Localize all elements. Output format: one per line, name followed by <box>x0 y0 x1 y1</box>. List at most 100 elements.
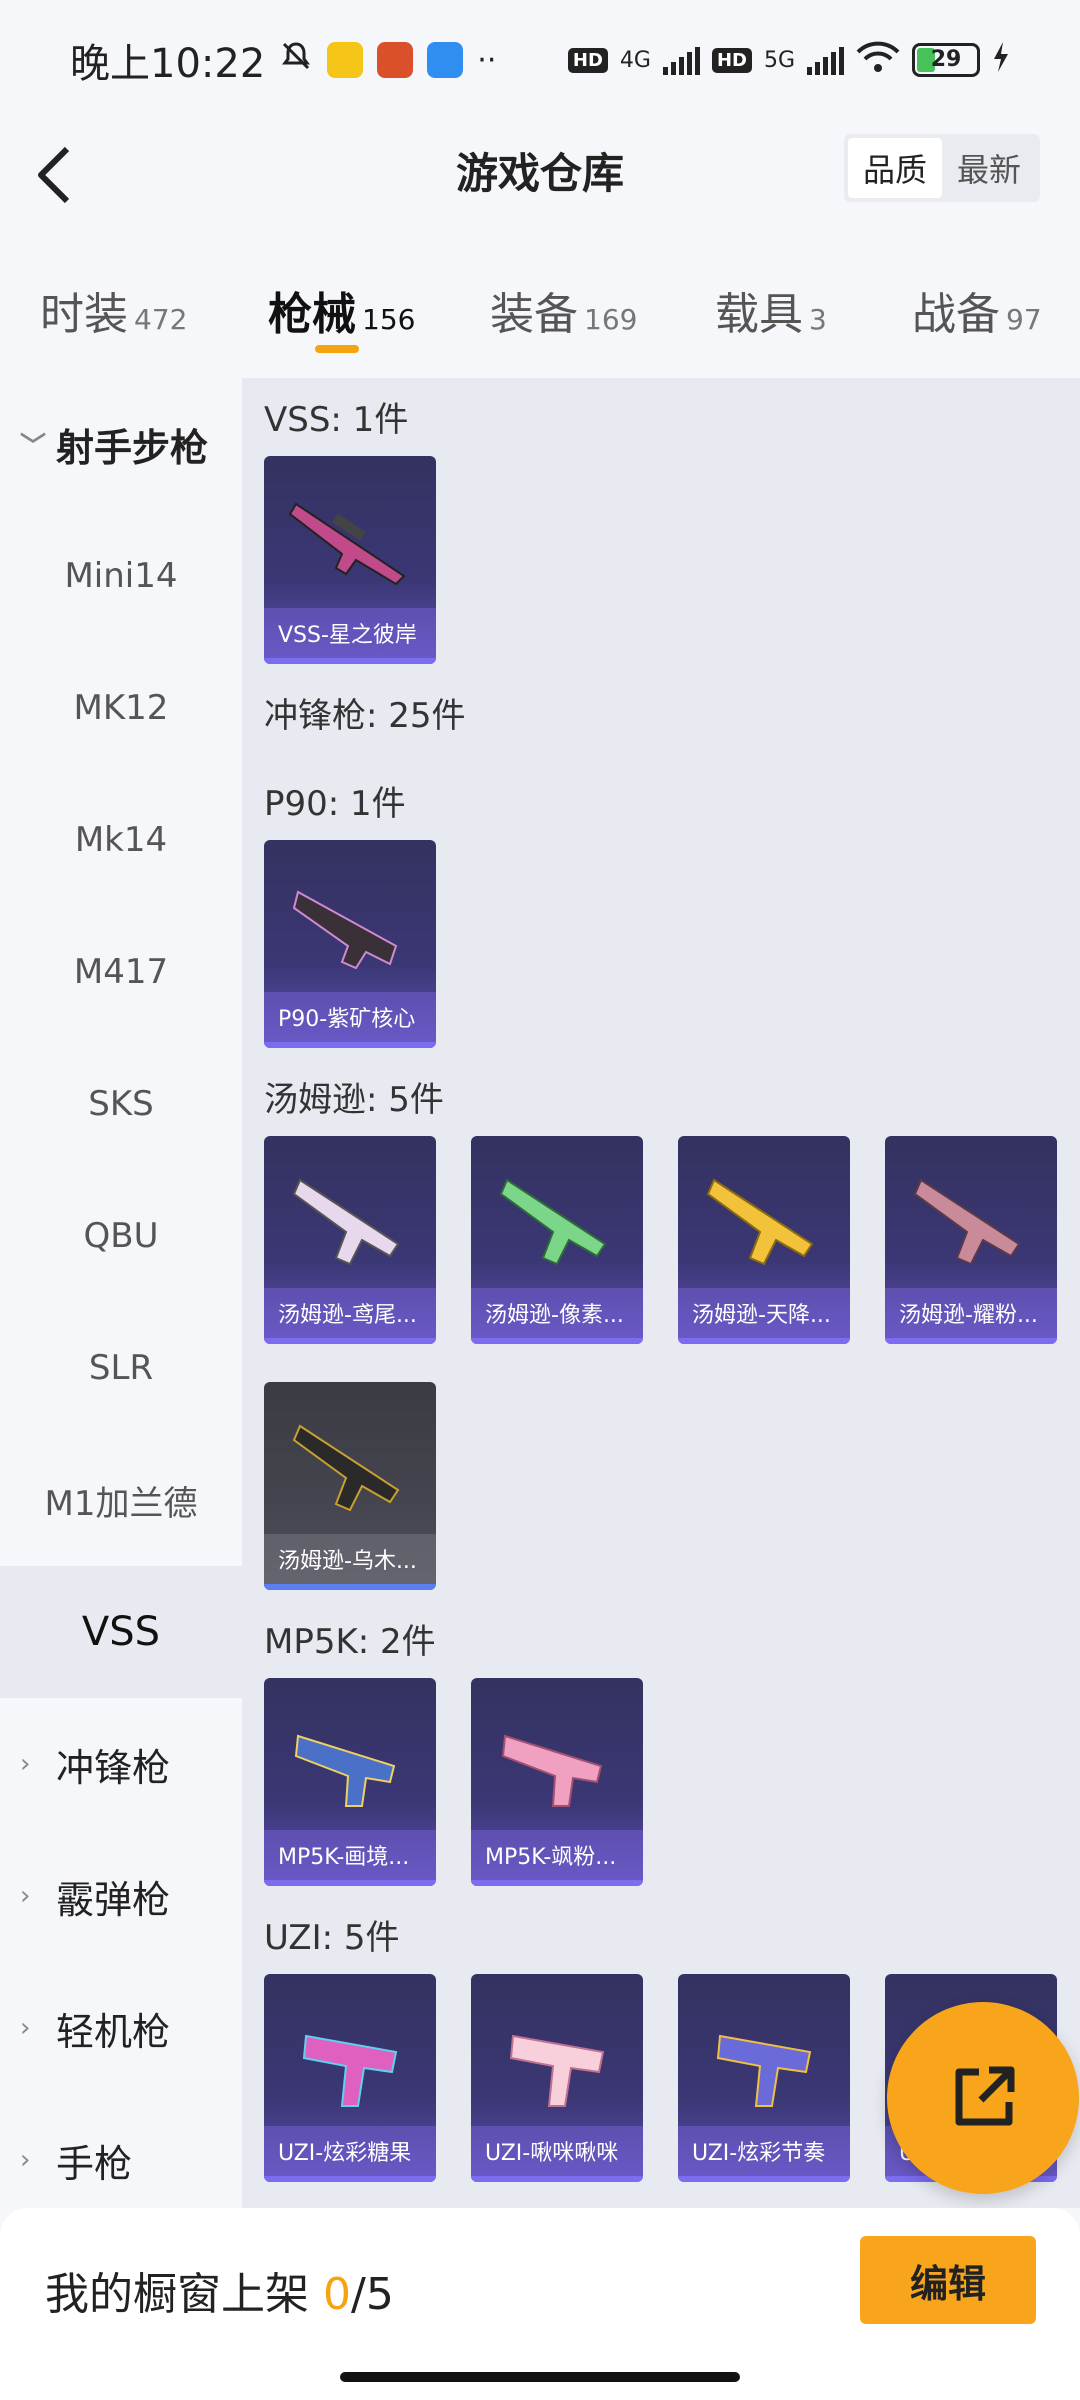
sidebar-item-m417[interactable]: M417 <box>0 906 242 1038</box>
weapon-list: VSS: 1件 VSS-星之彼岸 冲锋枪: 25件 P90: 1件 P90-紫矿… <box>242 378 1080 2208</box>
sort-quality-button[interactable]: 品质 <box>848 138 942 198</box>
mute-icon <box>279 37 313 83</box>
weapon-category-sidebar: ﹀ 射手步枪 Mini14 MK12 Mk14 M417 SKS QBU SLR… <box>0 378 242 2208</box>
smg-icon <box>292 1178 400 1266</box>
tab-guns[interactable]: 枪械 156 <box>268 278 415 342</box>
chevron-left-icon <box>38 146 70 204</box>
weapon-card[interactable]: P90-紫矿核心 <box>264 840 436 1048</box>
weapon-card-label: 汤姆逊-耀粉... <box>885 1288 1057 1338</box>
sidebar-item-mk12[interactable]: MK12 <box>0 642 242 774</box>
sidebar-item-sks[interactable]: SKS <box>0 1038 242 1170</box>
hd-icon: HD <box>711 47 752 73</box>
weapon-card[interactable]: 汤姆逊-像素... <box>471 1136 643 1344</box>
rarity-bar <box>264 1880 436 1886</box>
rarity-bar <box>264 658 436 664</box>
weapon-card[interactable]: 汤姆逊-乌木... <box>264 1382 436 1590</box>
rarity-bar <box>264 1584 436 1590</box>
weapon-card-label: UZI-炫彩糖果 <box>264 2126 436 2176</box>
sidebar-group-shotgun[interactable]: › 霰弹枪 <box>0 1830 242 1962</box>
smg-icon <box>501 1734 603 1807</box>
rarity-bar <box>678 2176 850 2182</box>
weapon-card[interactable]: VSS-星之彼岸 <box>264 456 436 664</box>
tab-label: 时装 <box>40 289 128 340</box>
sidebar-group-smg[interactable]: › 冲锋枪 <box>0 1698 242 1830</box>
weapon-card[interactable]: MP5K-飒粉... <box>471 1678 643 1886</box>
sidebar-group-label: 轻机枪 <box>56 2009 171 2054</box>
sniper-rifle-icon <box>288 502 406 586</box>
tab-outfits[interactable]: 时装 472 <box>40 278 187 342</box>
sidebar-item-mk14[interactable]: Mk14 <box>0 774 242 906</box>
chevron-right-icon: › <box>20 2013 31 2043</box>
smg-icon <box>499 1178 607 1266</box>
sort-toggle: 品质 最新 <box>844 134 1040 202</box>
rarity-bar <box>264 2176 436 2182</box>
more-notifications-icon: ·· <box>477 42 497 78</box>
app-notification-icon <box>377 42 414 78</box>
weapon-card-label: 汤姆逊-鸢尾... <box>264 1288 436 1338</box>
smg-icon <box>292 1424 400 1512</box>
tab-vehicles[interactable]: 载具 3 <box>715 278 827 342</box>
chevron-down-icon: ﹀ <box>20 431 47 462</box>
weapon-card[interactable]: 汤姆逊-天降... <box>678 1136 850 1344</box>
sidebar-item-vss[interactable]: VSS <box>0 1566 242 1698</box>
rarity-bar <box>471 1338 643 1344</box>
weapon-card[interactable]: UZI-炫彩节奏 <box>678 1974 850 2182</box>
weapon-card[interactable]: 汤姆逊-鸢尾... <box>264 1136 436 1344</box>
app-notification-icon <box>427 42 464 78</box>
tab-equipment[interactable]: 装备 169 <box>490 278 637 342</box>
sidebar-item-mini14[interactable]: Mini14 <box>0 510 242 642</box>
chevron-right-icon: › <box>20 2145 31 2175</box>
weapon-card[interactable]: MP5K-画境... <box>264 1678 436 1886</box>
page-title: 游戏仓库 <box>455 148 624 198</box>
smg-icon <box>509 2034 605 2107</box>
weapon-card-label: 汤姆逊-乌木... <box>264 1534 436 1584</box>
tab-count: 169 <box>584 303 638 336</box>
weapon-card-label: 汤姆逊-像素... <box>471 1288 643 1338</box>
rarity-bar <box>678 1338 850 1344</box>
share-button[interactable] <box>887 2002 1079 2194</box>
back-button[interactable] <box>20 140 90 210</box>
weapon-card-label: UZI-啾咪啾咪 <box>471 2126 643 2176</box>
weapon-card[interactable]: UZI-炫彩糖果 <box>264 1974 436 2182</box>
smg-icon <box>913 1178 1021 1266</box>
sort-newest-button[interactable]: 最新 <box>942 138 1036 198</box>
tab-label: 战备 <box>912 289 1000 340</box>
status-bar: 晚上10:22 ·· HD 4G HD 5G 29 <box>0 0 1080 120</box>
rarity-bar <box>264 1338 436 1344</box>
sidebar-item-m1-garand[interactable]: M1加兰德 <box>0 1434 242 1566</box>
smg-icon <box>716 2034 812 2107</box>
sidebar-item-slr[interactable]: SLR <box>0 1302 242 1434</box>
showcase-total-count: /5 <box>351 2269 394 2320</box>
rarity-bar <box>885 1338 1057 1344</box>
sidebar-group-pistol[interactable]: › 手枪 <box>0 2094 242 2208</box>
tab-battle-gear[interactable]: 战备 97 <box>912 278 1042 342</box>
tab-count: 156 <box>362 303 416 336</box>
app-notification-icon <box>327 42 364 78</box>
section-title-smg: 冲锋枪: 25件 <box>264 696 466 736</box>
wifi-icon <box>856 40 900 80</box>
tab-label: 枪械 <box>268 289 356 340</box>
weapon-card-label: MP5K-画境... <box>264 1830 436 1880</box>
sidebar-item-qbu[interactable]: QBU <box>0 1170 242 1302</box>
active-tab-indicator <box>315 345 359 353</box>
signal-icon <box>807 45 844 75</box>
smg-icon <box>302 2034 398 2107</box>
home-indicator[interactable] <box>340 2372 740 2382</box>
weapon-card-label: P90-紫矿核心 <box>264 992 436 1042</box>
battery-icon: 29 <box>912 43 980 77</box>
edit-button[interactable]: 编辑 <box>860 2236 1036 2324</box>
sidebar-group-lmg[interactable]: › 轻机枪 <box>0 1962 242 2094</box>
share-external-icon <box>955 2066 1015 2126</box>
section-title-thompson: 汤姆逊: 5件 <box>264 1080 444 1120</box>
weapon-card-label: MP5K-飒粉... <box>471 1830 643 1880</box>
tab-count: 3 <box>809 303 827 336</box>
category-tabs: 时装 472 枪械 156 装备 169 载具 3 战备 97 <box>0 260 1080 360</box>
smg-icon <box>292 890 398 970</box>
sidebar-group-marksman-rifles[interactable]: ﹀ 射手步枪 <box>0 378 242 510</box>
weapon-card-label: UZI-炫彩节奏 <box>678 2126 850 2176</box>
sidebar-group-label: 射手步枪 <box>56 425 209 470</box>
weapon-card[interactable]: UZI-啾咪啾咪 <box>471 1974 643 2182</box>
rarity-bar <box>471 2176 643 2182</box>
weapon-card[interactable]: 汤姆逊-耀粉... <box>885 1136 1057 1344</box>
showcase-current-count: 0 <box>323 2269 351 2320</box>
